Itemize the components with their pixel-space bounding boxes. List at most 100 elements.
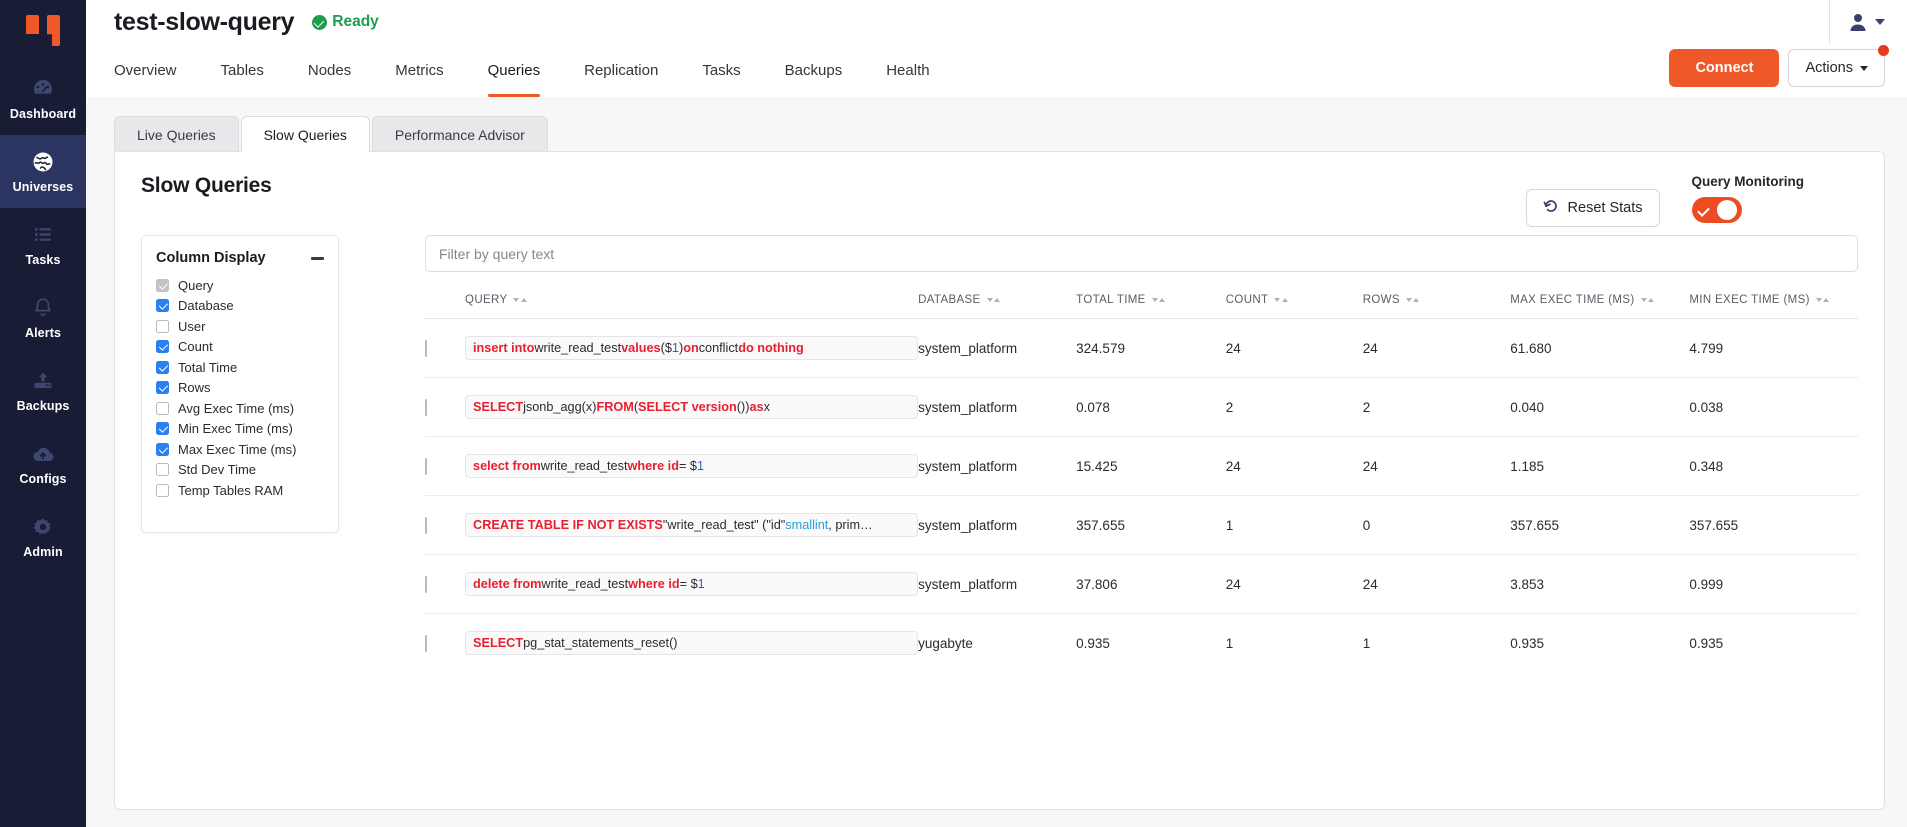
checkbox-icon[interactable] [156,381,169,394]
tab-backups[interactable]: Backups [763,44,865,97]
sql-token: smallint [785,518,828,532]
tab-queries[interactable]: Queries [466,44,563,97]
tab-health[interactable]: Health [864,44,951,97]
column-toggle-count[interactable]: Count [156,337,324,358]
column-toggle-user[interactable]: User [156,316,324,337]
sidebar-item-configs[interactable]: Configs [0,427,86,500]
rows-cell: 24 [1363,319,1511,378]
tab-metrics[interactable]: Metrics [373,44,465,97]
rows-cell: 0 [1363,496,1511,555]
sidebar-item-dashboard[interactable]: Dashboard [0,62,86,135]
query-text[interactable]: SELECT pg_stat_statements_reset() [465,631,918,655]
column-header-database[interactable]: DATABASE [918,294,1076,319]
sort-toggle-icon[interactable] [1816,298,1830,302]
column-header-count[interactable]: COUNT [1226,294,1363,319]
toggle-knob [1717,200,1737,220]
sql-token: CREATE TABLE IF NOT EXISTS [473,518,663,532]
tab-tables[interactable]: Tables [199,44,286,97]
table-row[interactable]: delete from write_read_test where id = $… [425,555,1858,614]
column-toggle-rows[interactable]: Rows [156,378,324,399]
column-header-total-time[interactable]: TOTAL TIME [1076,294,1226,319]
left-sidebar: DashboardUniversesTasksAlertsBackupsConf… [0,0,86,827]
actions-button[interactable]: Actions [1788,49,1885,87]
row-checkbox[interactable] [425,340,427,357]
column-header-min-exec-time-ms[interactable]: MIN EXEC TIME (MS) [1689,294,1858,319]
query-text[interactable]: insert into write_read_test values ($1) … [465,336,918,360]
table-row[interactable]: CREATE TABLE IF NOT EXISTS "write_read_t… [425,496,1858,555]
checkbox-icon[interactable] [156,443,169,456]
row-checkbox[interactable] [425,635,427,652]
top-header: test-slow-query Ready OverviewTablesNode… [86,0,1907,97]
subtab-slow-queries[interactable]: Slow Queries [241,116,370,152]
column-toggle-std-dev-time[interactable]: Std Dev Time [156,460,324,481]
row-checkbox[interactable] [425,458,427,475]
table-row[interactable]: SELECT pg_stat_statements_reset()yugabyt… [425,614,1858,673]
query-text[interactable]: CREATE TABLE IF NOT EXISTS "write_read_t… [465,513,918,537]
row-select-cell [425,378,465,437]
checkbox-icon[interactable] [156,361,169,374]
checkbox-icon[interactable] [156,402,169,415]
column-toggle-label: Database [178,298,234,313]
filter-query-input[interactable] [425,235,1858,272]
sort-toggle-icon[interactable] [513,298,527,302]
column-toggle-query[interactable]: Query [156,275,324,296]
subtab-performance-advisor[interactable]: Performance Advisor [372,116,548,152]
column-toggle-database[interactable]: Database [156,296,324,317]
reset-stats-button[interactable]: Reset Stats [1526,189,1660,227]
query-text[interactable]: SELECT jsonb_agg(x) FROM (SELECT version… [465,395,918,419]
checkbox-icon[interactable] [156,422,169,435]
query-monitoring-toggle[interactable] [1692,197,1742,223]
sort-toggle-icon[interactable] [1152,298,1166,302]
sidebar-item-tasks[interactable]: Tasks [0,208,86,281]
query-text[interactable]: delete from write_read_test where id = $… [465,572,918,596]
sql-token: SELECT version [638,400,737,414]
tab-nodes[interactable]: Nodes [286,44,373,97]
sort-toggle-icon[interactable] [1274,298,1288,302]
checkbox-icon[interactable] [156,484,169,497]
column-header-query[interactable]: QUERY [465,294,918,319]
checkbox-icon[interactable] [156,299,169,312]
subtab-live-queries[interactable]: Live Queries [114,116,239,152]
sidebar-item-universes[interactable]: Universes [0,135,86,208]
sql-token: insert into [473,341,534,355]
notification-dot [1878,45,1889,56]
sql-token: pg_stat_statements_reset() [523,636,677,650]
minus-icon[interactable] [311,257,324,260]
sort-toggle-icon[interactable] [1406,298,1420,302]
max-exec-time-cell: 0.040 [1510,378,1689,437]
column-toggle-total-time[interactable]: Total Time [156,357,324,378]
sidebar-item-admin[interactable]: Admin [0,500,86,573]
min-exec-time-cell: 357.655 [1689,496,1858,555]
column-header-max-exec-time-ms[interactable]: MAX EXEC TIME (MS) [1510,294,1689,319]
table-body: insert into write_read_test values ($1) … [425,319,1858,673]
tab-overview[interactable]: Overview [114,44,199,97]
sort-toggle-icon[interactable] [987,298,1001,302]
column-toggle-label: Max Exec Time (ms) [178,442,296,457]
column-header-rows[interactable]: ROWS [1363,294,1511,319]
sort-toggle-icon[interactable] [1641,298,1655,302]
checkbox-icon[interactable] [156,340,169,353]
table-row[interactable]: SELECT jsonb_agg(x) FROM (SELECT version… [425,378,1858,437]
user-menu[interactable] [1829,0,1885,44]
column-toggle-min-exec-time-ms[interactable]: Min Exec Time (ms) [156,419,324,440]
chevron-down-icon [1875,19,1885,25]
tab-replication[interactable]: Replication [562,44,680,97]
sidebar-item-alerts[interactable]: Alerts [0,281,86,354]
row-checkbox[interactable] [425,399,427,416]
checkbox-icon[interactable] [156,463,169,476]
yugabyte-logo[interactable] [0,0,86,62]
row-checkbox[interactable] [425,576,427,593]
actions-label: Actions [1805,60,1853,76]
table-row[interactable]: select from write_read_test where id = $… [425,437,1858,496]
database-cell: system_platform [918,496,1076,555]
table-row[interactable]: insert into write_read_test values ($1) … [425,319,1858,378]
tab-tasks[interactable]: Tasks [680,44,762,97]
column-toggle-avg-exec-time-ms[interactable]: Avg Exec Time (ms) [156,398,324,419]
checkbox-icon[interactable] [156,320,169,333]
connect-button[interactable]: Connect [1669,49,1779,87]
row-checkbox[interactable] [425,517,427,534]
query-text[interactable]: select from write_read_test where id = $… [465,454,918,478]
column-toggle-temp-tables-ram[interactable]: Temp Tables RAM [156,480,324,501]
sidebar-item-backups[interactable]: Backups [0,354,86,427]
column-toggle-max-exec-time-ms[interactable]: Max Exec Time (ms) [156,439,324,460]
